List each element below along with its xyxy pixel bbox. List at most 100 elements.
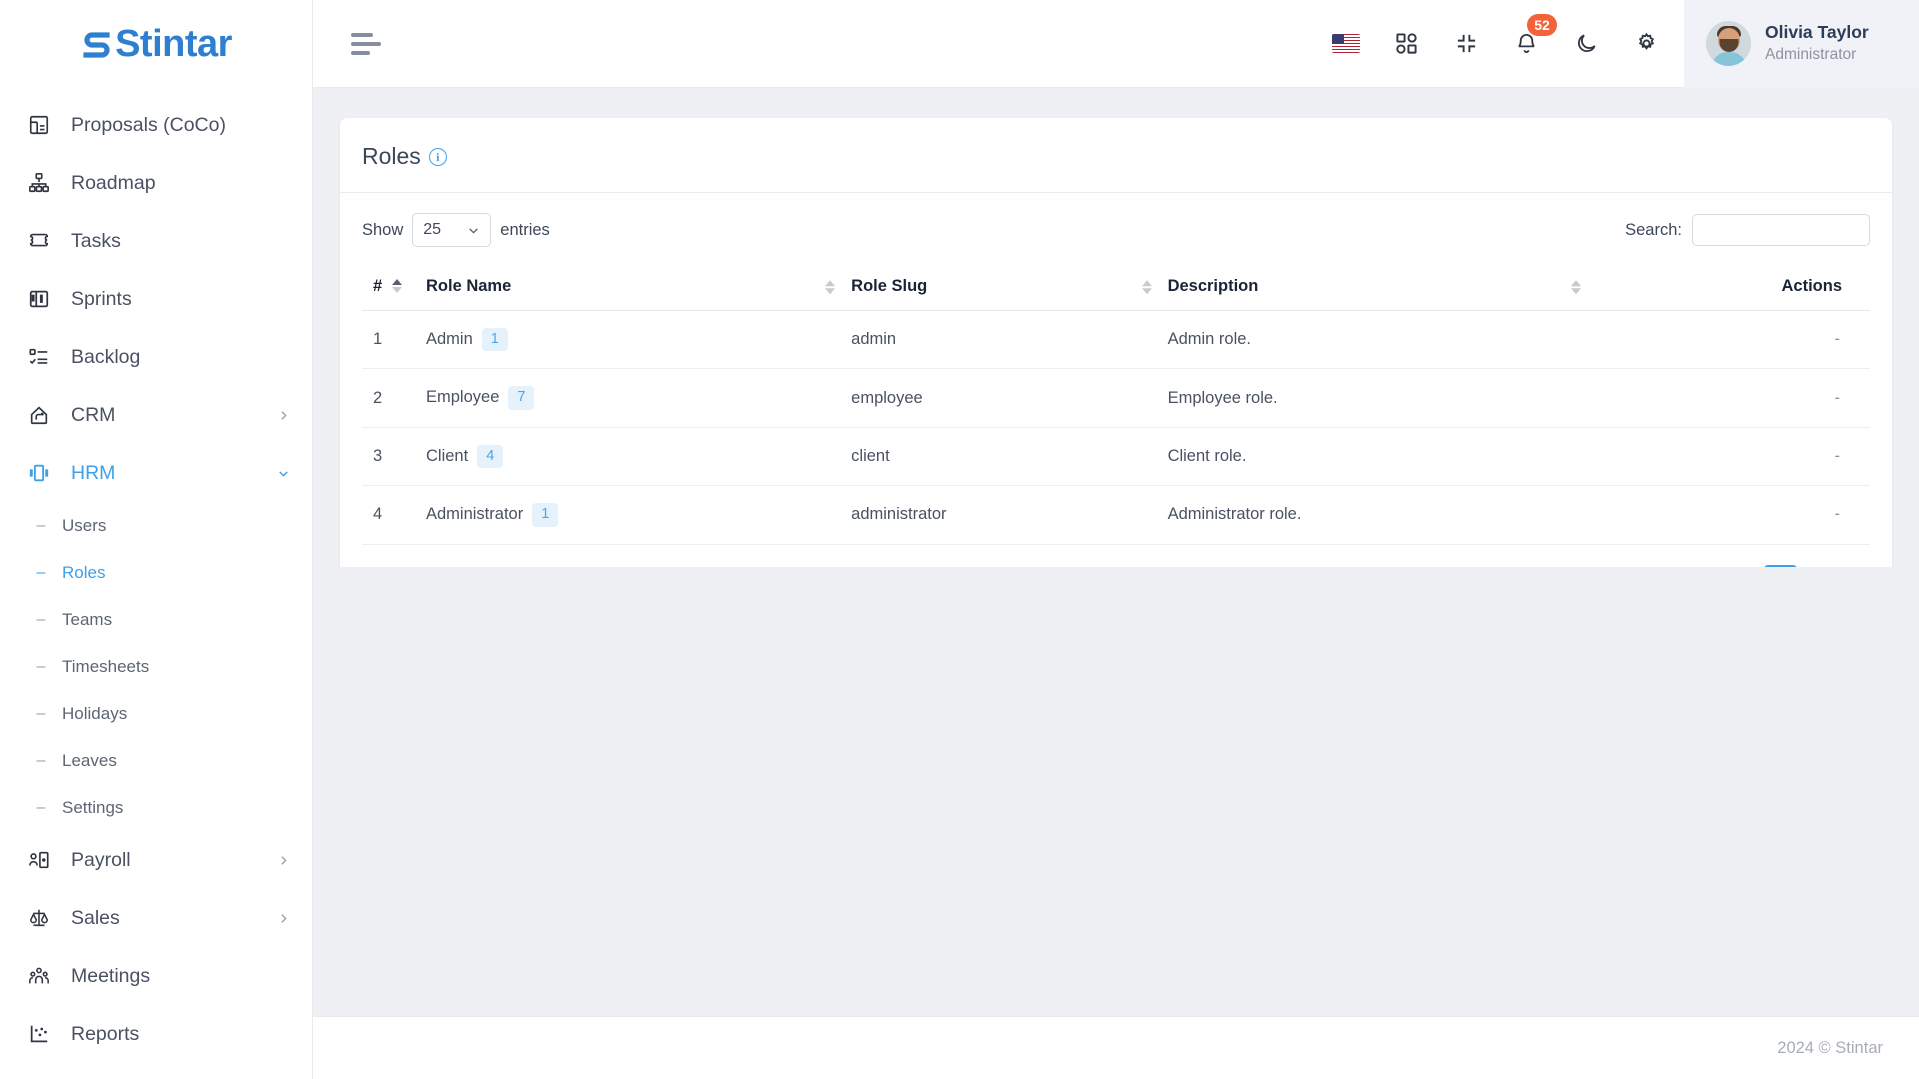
- table-row[interactable]: 2 Employee 7 employee Employee role. -: [362, 368, 1870, 428]
- dash-icon: –: [36, 563, 46, 581]
- cell-description: Client role.: [1161, 427, 1592, 487]
- sort-icon-role-slug[interactable]: [1141, 279, 1152, 294]
- column-label: Role Slug: [851, 277, 928, 295]
- sidebar-item-hrm[interactable]: HRM: [0, 444, 312, 502]
- apps-grid-icon: [1395, 32, 1418, 55]
- table-row[interactable]: 3 Client 4 client Client role. -: [362, 427, 1870, 487]
- table-row[interactable]: 4 Administrator 1 administrator Administr…: [362, 485, 1870, 545]
- cell-role-name: Employee 7: [420, 368, 846, 428]
- sidebar-item-proposals[interactable]: Proposals (CoCo): [0, 96, 312, 154]
- dash-icon: –: [36, 704, 46, 722]
- column-header-role-name[interactable]: Role Name: [420, 265, 846, 311]
- hamburger-icon[interactable]: [351, 32, 381, 56]
- sidebar-subitem-roles[interactable]: – Roles: [0, 549, 312, 596]
- page-footer: 2024 © Stintar: [313, 1016, 1919, 1079]
- main-area: 52 Olivia Taylor Administrator Roles i S…: [313, 0, 1919, 1079]
- table-head: # Role Name Role Slug Description Action…: [362, 265, 1870, 311]
- role-count-badge: 4: [477, 444, 504, 469]
- sidebar-subitem-settings[interactable]: – Settings: [0, 784, 312, 831]
- cell-actions: -: [1591, 310, 1870, 370]
- table-header-row: # Role Name Role Slug Description Action…: [362, 265, 1870, 311]
- notifications-button[interactable]: 52: [1496, 0, 1557, 88]
- sidebar-item-label: Tasks: [71, 229, 121, 252]
- meetings-icon: [26, 963, 52, 989]
- sidebar-item-meetings[interactable]: Meetings: [0, 947, 312, 1005]
- user-profile-menu[interactable]: Olivia Taylor Administrator: [1684, 0, 1919, 88]
- table-row[interactable]: 1 Admin 1 admin Admin role. -: [362, 310, 1870, 370]
- user-name: Olivia Taylor: [1765, 22, 1869, 43]
- dash-icon: –: [36, 610, 46, 628]
- cell-index: 2: [362, 368, 420, 428]
- table-search: Search:: [1625, 214, 1870, 246]
- settings-button[interactable]: [1616, 0, 1676, 88]
- info-circle-icon[interactable]: i: [428, 147, 447, 166]
- payroll-icon: [26, 847, 52, 873]
- avatar: [1706, 21, 1751, 66]
- table-controls: Show 25 entries Search:: [362, 213, 1870, 265]
- sort-icon-role-name[interactable]: [825, 279, 836, 294]
- chevron-down-icon: [276, 466, 290, 480]
- sidebar-item-payroll[interactable]: Payroll: [0, 831, 312, 889]
- cell-role-slug: admin: [845, 310, 1162, 370]
- sidebar-item-label: Reports: [71, 1022, 140, 1045]
- page-length-select[interactable]: 25: [412, 213, 492, 247]
- sidebar-subitem-timesheets[interactable]: – Timesheets: [0, 643, 312, 690]
- sales-icon: [26, 905, 52, 931]
- column-header-index[interactable]: #: [362, 265, 420, 311]
- cell-index: 1: [362, 310, 420, 370]
- page-length-value: 25: [423, 221, 442, 238]
- apps-grid-button[interactable]: [1376, 0, 1436, 88]
- sidebar-item-reports[interactable]: Reports: [0, 1005, 312, 1063]
- search-input[interactable]: [1692, 214, 1870, 246]
- role-name-text: Admin: [426, 330, 473, 348]
- sidebar-item-sales[interactable]: Sales: [0, 889, 312, 947]
- sidebar-item-roadmap[interactable]: Roadmap: [0, 154, 312, 212]
- sidebar-subitem-teams[interactable]: – Teams: [0, 596, 312, 643]
- sidebar-subitem-label: Teams: [62, 609, 113, 629]
- cell-index: 4: [362, 485, 420, 545]
- sort-icon-description[interactable]: [1571, 279, 1582, 294]
- tasks-icon: [26, 228, 52, 254]
- brand-s-mark: [80, 27, 114, 61]
- column-label: Description: [1167, 277, 1259, 295]
- sidebar-subitem-label: Roles: [62, 562, 106, 582]
- sidebar-item-tasks[interactable]: Tasks: [0, 212, 312, 270]
- column-label: Actions: [1781, 277, 1842, 295]
- sidebar-item-sprints[interactable]: Sprints: [0, 270, 312, 328]
- sidebar-item-label: Roadmap: [71, 171, 156, 194]
- chevron-right-icon: [276, 911, 290, 925]
- role-name-text: Client: [426, 446, 469, 465]
- sidebar-subitem-leaves[interactable]: – Leaves: [0, 737, 312, 784]
- fullscreen-button[interactable]: [1436, 0, 1496, 88]
- us-flag-icon: [1332, 34, 1360, 53]
- roadmap-icon: [26, 170, 52, 196]
- role-count-badge: 1: [481, 328, 508, 352]
- sort-icon-index[interactable]: [392, 278, 403, 293]
- chevron-right-icon: [276, 408, 290, 422]
- page-title: Roles: [362, 143, 421, 169]
- cell-role-slug: client: [845, 427, 1162, 487]
- sidebar-subitem-users[interactable]: – Users: [0, 502, 312, 549]
- column-header-role-slug[interactable]: Role Slug: [845, 265, 1162, 311]
- sidebar-subitem-label: Holidays: [62, 703, 128, 723]
- backlog-icon: [26, 344, 52, 370]
- sprints-icon: [26, 286, 52, 312]
- sidebar-item-crm[interactable]: CRM: [0, 386, 312, 444]
- language-selector[interactable]: [1316, 0, 1376, 88]
- moon-icon: [1575, 32, 1598, 55]
- column-header-description[interactable]: Description: [1161, 265, 1592, 311]
- column-header-actions: Actions: [1591, 265, 1870, 311]
- column-label: #: [373, 277, 383, 295]
- dash-icon: –: [36, 516, 46, 534]
- proposals-icon: [26, 112, 52, 138]
- cell-actions: -: [1591, 427, 1870, 487]
- collapse-fullscreen-icon: [1455, 32, 1478, 55]
- brand-name: Stintar: [115, 22, 232, 65]
- sidebar-subitem-holidays[interactable]: – Holidays: [0, 690, 312, 737]
- brand-logo[interactable]: Stintar: [0, 0, 312, 88]
- sidebar-item-backlog[interactable]: Backlog: [0, 328, 312, 386]
- sidebar-item-label: CRM: [71, 403, 116, 426]
- chevron-down-icon: [467, 224, 480, 237]
- dark-mode-toggle[interactable]: [1556, 0, 1616, 88]
- cell-description: Employee role.: [1161, 368, 1592, 428]
